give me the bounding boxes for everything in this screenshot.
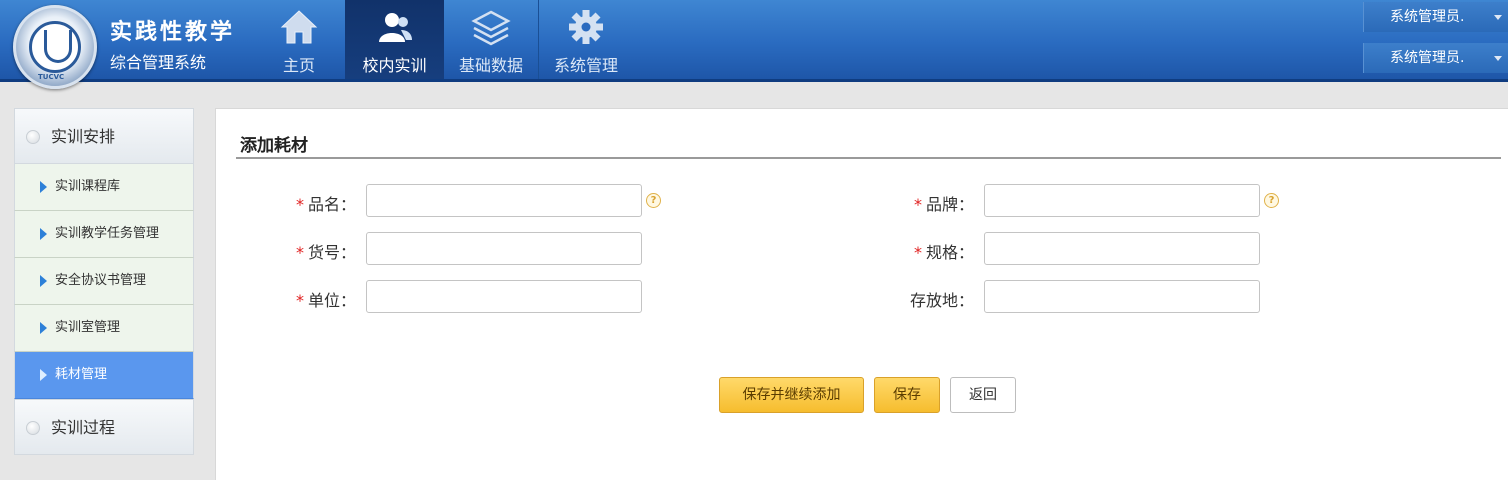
save-and-continue-button[interactable]: 保存并继续添加 bbox=[719, 377, 864, 413]
layers-icon bbox=[471, 10, 511, 46]
sidebar-item-course-library[interactable]: 实训课程库 bbox=[14, 164, 194, 211]
storage-location-label: 存放地： bbox=[909, 291, 974, 310]
bullet-icon bbox=[26, 421, 40, 435]
arrow-right-icon bbox=[40, 322, 47, 334]
brand-subtitle: 综合管理系统 bbox=[110, 53, 207, 72]
arrow-right-icon bbox=[40, 228, 47, 240]
user-menu-top[interactable]: 系统管理员. bbox=[1363, 2, 1508, 32]
sidebar: 实训安排 实训课程库 实训教学任务管理 安全协议书管理 实训室管理 耗材管理 实… bbox=[14, 108, 194, 455]
nav-system-admin[interactable]: 系统管理 bbox=[540, 0, 632, 79]
nav-campus-training[interactable]: 校内实训 bbox=[345, 0, 444, 79]
sidebar-item-label: 实训室管理 bbox=[55, 320, 121, 335]
nav-divider bbox=[538, 0, 539, 79]
brand-title: 实践性教学 bbox=[110, 20, 236, 45]
item-code-input[interactable] bbox=[366, 232, 642, 265]
required-mark: * bbox=[913, 195, 922, 214]
user-menu-bottom[interactable]: 系统管理员. bbox=[1363, 43, 1508, 73]
users-icon bbox=[378, 13, 412, 42]
unit-input[interactable] bbox=[366, 280, 642, 313]
required-mark: * bbox=[295, 291, 304, 310]
sidebar-group-training-process[interactable]: 实训过程 bbox=[14, 399, 194, 455]
storage-location-input[interactable] bbox=[984, 280, 1260, 313]
required-mark: * bbox=[295, 243, 304, 262]
gear-icon bbox=[569, 10, 603, 44]
sidebar-item-label: 实训教学任务管理 bbox=[55, 226, 160, 241]
top-header: TUCVC 实践性教学 综合管理系统 主页 校内实训 基础数据 系统管理 系统管… bbox=[0, 0, 1508, 89]
home-icon bbox=[280, 10, 318, 44]
spec-input[interactable] bbox=[984, 232, 1260, 265]
sidebar-item-teaching-task[interactable]: 实训教学任务管理 bbox=[14, 211, 194, 258]
nav-home-label: 主页 bbox=[282, 56, 315, 75]
chevron-down-icon bbox=[1494, 15, 1502, 20]
sidebar-group-training-arrangement[interactable]: 实训安排 bbox=[14, 108, 194, 164]
name-label: * 品名： bbox=[295, 195, 356, 214]
spec-label: * 规格： bbox=[913, 243, 974, 262]
name-input[interactable] bbox=[366, 184, 642, 217]
title-divider bbox=[236, 157, 1501, 159]
sidebar-item-label: 实训课程库 bbox=[55, 179, 121, 194]
sidebar-item-consumables[interactable]: 耗材管理 bbox=[14, 352, 194, 399]
help-icon[interactable]: ? bbox=[646, 193, 661, 208]
sidebar-item-label: 耗材管理 bbox=[55, 367, 108, 382]
back-button[interactable]: 返回 bbox=[950, 377, 1016, 413]
sidebar-group-label: 实训过程 bbox=[51, 418, 116, 437]
sidebar-item-safety-agreement[interactable]: 安全协议书管理 bbox=[14, 258, 194, 305]
nav-system-admin-label: 系统管理 bbox=[553, 56, 618, 75]
nav-campus-training-label: 校内实训 bbox=[362, 56, 427, 75]
nav-home[interactable]: 主页 bbox=[254, 0, 344, 79]
logo-emblem bbox=[29, 21, 81, 73]
unit-label: * 单位： bbox=[295, 291, 356, 310]
arrow-right-icon bbox=[40, 369, 47, 381]
arrow-right-icon bbox=[40, 275, 47, 287]
save-button[interactable]: 保存 bbox=[874, 377, 940, 413]
page-title: 添加耗材 bbox=[240, 136, 308, 156]
chevron-down-icon bbox=[1494, 56, 1502, 61]
logo-text: TUCVC bbox=[38, 73, 65, 81]
user-name-bottom: 系统管理员. bbox=[1390, 50, 1465, 66]
sidebar-item-label: 安全协议书管理 bbox=[55, 273, 147, 288]
sidebar-item-lab-management[interactable]: 实训室管理 bbox=[14, 305, 194, 352]
help-icon[interactable]: ? bbox=[1264, 193, 1279, 208]
required-mark: * bbox=[913, 243, 922, 262]
arrow-right-icon bbox=[40, 181, 47, 193]
nav-base-data[interactable]: 基础数据 bbox=[445, 0, 537, 79]
school-logo: TUCVC bbox=[13, 5, 97, 89]
main-panel: 添加耗材 * 品名： ? * 品牌： ? * 货号： * 规格： * 单位： 存放地： 保… bbox=[215, 108, 1508, 480]
required-mark: * bbox=[295, 195, 304, 214]
brand-input[interactable] bbox=[984, 184, 1260, 217]
user-name-top: 系统管理员. bbox=[1390, 9, 1465, 25]
sidebar-group-label: 实训安排 bbox=[51, 127, 116, 146]
brand-label: * 品牌： bbox=[913, 195, 974, 214]
bullet-icon bbox=[26, 130, 40, 144]
item-code-label: * 货号： bbox=[295, 243, 356, 262]
nav-base-data-label: 基础数据 bbox=[458, 56, 523, 75]
